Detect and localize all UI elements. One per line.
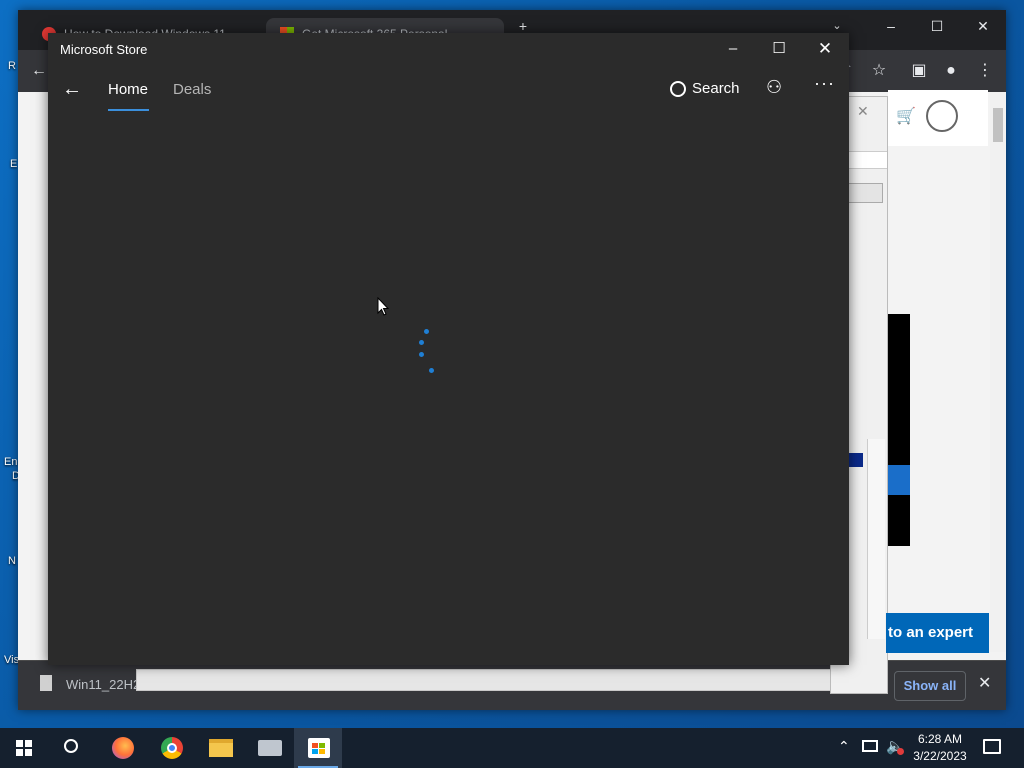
show-hidden-icons-chevron-icon[interactable]: ⌃ bbox=[838, 738, 850, 755]
taskbar-chrome[interactable] bbox=[147, 728, 195, 768]
talk-to-expert-button[interactable]: to an expert bbox=[886, 613, 989, 653]
profile-icon[interactable]: ● bbox=[940, 60, 962, 82]
store-maximize-button[interactable]: ☐ bbox=[756, 33, 802, 65]
windows-logo-icon bbox=[16, 740, 32, 756]
folder-icon bbox=[209, 739, 233, 757]
notifications-icon[interactable] bbox=[983, 739, 1001, 754]
search-icon bbox=[670, 81, 686, 98]
page-scrollbar[interactable] bbox=[990, 92, 1006, 652]
account-icon[interactable] bbox=[926, 100, 958, 132]
close-download-bar-icon[interactable]: ✕ bbox=[978, 673, 991, 693]
desktop-icon-label[interactable]: En bbox=[4, 456, 17, 468]
tab-home[interactable]: Home bbox=[108, 81, 148, 98]
network-icon[interactable] bbox=[862, 740, 878, 752]
dialog-scrollbar[interactable] bbox=[867, 439, 885, 639]
search-label: Search bbox=[692, 80, 740, 97]
firefox-icon bbox=[112, 737, 134, 759]
account-add-icon[interactable]: ⚇ bbox=[766, 77, 782, 98]
store-logo-blue bbox=[312, 749, 318, 754]
dialog-close-icon[interactable]: ✕ bbox=[857, 103, 869, 120]
store-close-button[interactable]: ✕ bbox=[802, 33, 848, 65]
installer-icon bbox=[258, 740, 282, 756]
search-icon bbox=[64, 739, 78, 753]
taskbar-app-installer[interactable] bbox=[245, 728, 293, 768]
site-header: 🛒 bbox=[888, 90, 988, 146]
store-logo-green bbox=[319, 743, 325, 748]
dark-panel bbox=[888, 314, 910, 546]
bookmark-star-icon[interactable]: ☆ bbox=[868, 60, 890, 82]
start-button[interactable] bbox=[0, 728, 48, 768]
loading-spinner-dot bbox=[429, 368, 434, 373]
taskbar: ⌃ 🔈 6:28 AM 3/22/2023 bbox=[0, 728, 1024, 768]
muted-badge-icon bbox=[897, 748, 904, 755]
page-horizontal-scrollbar[interactable] bbox=[136, 669, 886, 691]
store-search-button[interactable]: Search bbox=[670, 77, 740, 101]
download-file-name[interactable]: Win11_22H2 bbox=[66, 677, 140, 692]
tab-deals[interactable]: Deals bbox=[173, 81, 211, 98]
cart-icon[interactable]: 🛒 bbox=[896, 106, 916, 126]
browser-maximize-button[interactable]: ☐ bbox=[914, 10, 960, 42]
taskbar-file-explorer[interactable] bbox=[196, 728, 244, 768]
loading-spinner-dot bbox=[424, 329, 429, 334]
store-window-title: Microsoft Store bbox=[60, 42, 148, 57]
browser-close-button[interactable]: ✕ bbox=[960, 10, 1006, 42]
store-content-area bbox=[48, 113, 849, 665]
browser-minimize-button[interactable]: – bbox=[868, 10, 914, 42]
store-logo-red bbox=[312, 743, 318, 748]
store-nav-bar: ← Home Deals Search ⚇ ··· bbox=[48, 65, 849, 113]
store-titlebar: Microsoft Store – ☐ ✕ bbox=[48, 33, 849, 65]
chrome-icon-center bbox=[167, 743, 177, 753]
side-panel-icon[interactable]: ▣ bbox=[908, 60, 930, 82]
taskbar-microsoft-store[interactable] bbox=[294, 728, 342, 768]
microsoft-store-window[interactable]: Microsoft Store – ☐ ✕ ← Home Deals Searc… bbox=[48, 33, 849, 665]
browser-menu-icon[interactable]: ⋮ bbox=[974, 60, 996, 82]
store-back-icon[interactable]: ← bbox=[60, 77, 84, 101]
store-bag-icon bbox=[308, 738, 330, 758]
desktop-icon-label[interactable]: R bbox=[8, 60, 16, 72]
show-all-downloads-button[interactable]: Show all bbox=[894, 671, 966, 701]
clock-time[interactable]: 6:28 AM bbox=[908, 732, 972, 746]
loading-spinner-dot bbox=[419, 352, 424, 357]
loading-spinner-dot bbox=[419, 340, 424, 345]
store-logo-yellow bbox=[319, 749, 325, 754]
mouse-cursor-icon bbox=[377, 297, 389, 316]
more-options-icon[interactable]: ··· bbox=[814, 73, 835, 94]
active-tab-indicator bbox=[108, 109, 149, 111]
store-minimize-button[interactable]: – bbox=[710, 33, 756, 65]
clock-date[interactable]: 3/22/2023 bbox=[906, 749, 974, 763]
taskbar-search-button[interactable] bbox=[48, 728, 96, 768]
file-icon bbox=[40, 675, 52, 691]
browser-back-icon[interactable]: ← bbox=[28, 60, 50, 82]
desktop-icon-label[interactable]: E bbox=[10, 158, 17, 170]
desktop-icon-label[interactable]: Vis bbox=[4, 654, 19, 666]
scrollbar-thumb[interactable] bbox=[993, 108, 1003, 142]
blue-strip bbox=[888, 465, 910, 495]
taskbar-firefox[interactable] bbox=[98, 728, 146, 768]
desktop-icon-label[interactable]: N bbox=[8, 555, 16, 567]
